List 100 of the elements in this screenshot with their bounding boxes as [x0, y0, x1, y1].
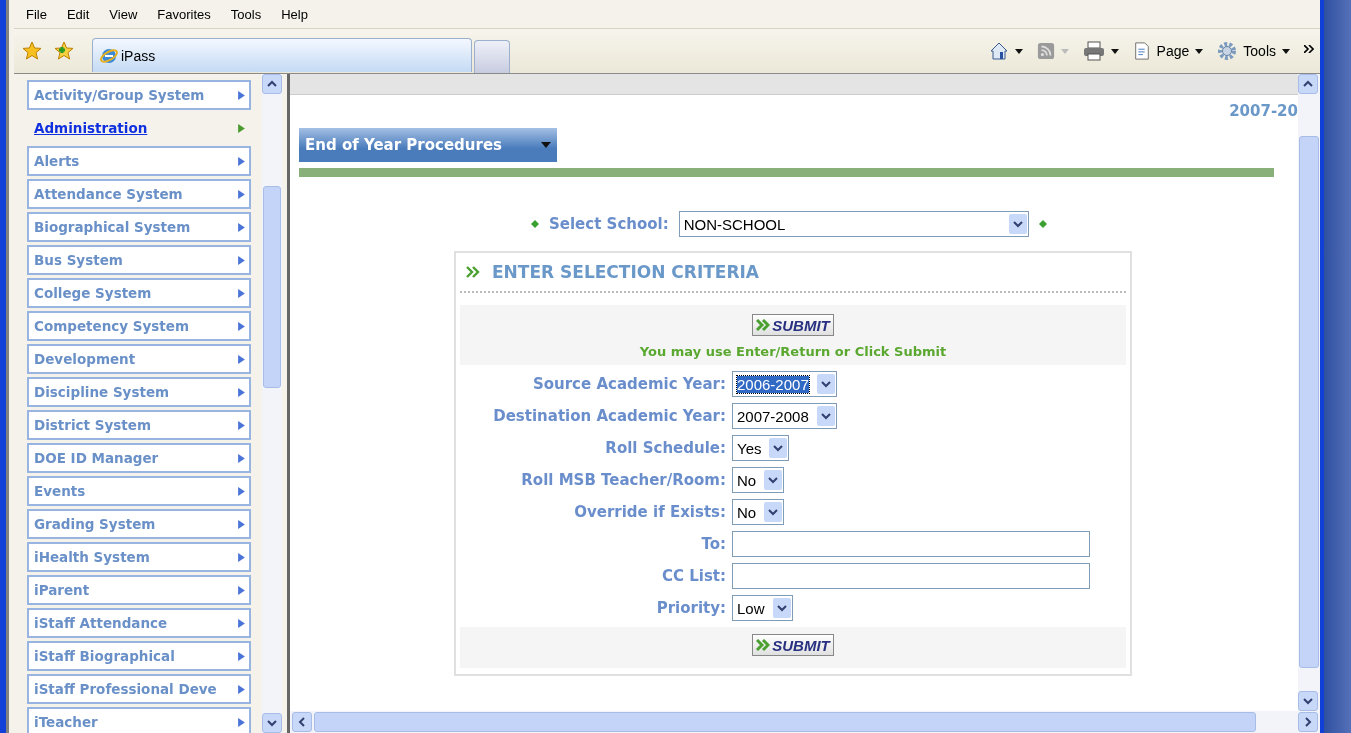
scroll-left-button[interactable]: [292, 712, 312, 732]
caret-icon: [1110, 48, 1119, 54]
sidebar-item[interactable]: Grading System: [27, 509, 251, 539]
scroll-up-button[interactable]: [1298, 74, 1318, 94]
dropdown-icon: [816, 406, 835, 426]
menu-item[interactable]: View: [109, 6, 138, 22]
required-icon: [1038, 220, 1047, 228]
sidebar-item[interactable]: iTeacher: [27, 707, 251, 733]
menu-item[interactable]: File: [26, 6, 47, 22]
sidebar-item[interactable]: District System: [27, 410, 251, 440]
command-button[interactable]: Page: [1132, 41, 1204, 61]
sidebar-item[interactable]: iStaff Professional Deve: [27, 674, 251, 704]
chevron-icon: [756, 319, 771, 331]
field-label: Override if Exists:: [573, 503, 726, 521]
chevron-icon: [466, 266, 480, 278]
arrow-icon: [238, 618, 245, 628]
arrow-icon: [238, 519, 245, 529]
arrow-icon: [238, 486, 245, 496]
arrow-icon: [238, 123, 245, 133]
scroll-thumb[interactable]: [263, 186, 281, 388]
sidebar-item[interactable]: Competency System: [27, 311, 251, 341]
arrow-icon: [238, 90, 245, 100]
sidebar-item[interactable]: iStaff Biographical: [27, 641, 251, 671]
command-button[interactable]: [1082, 41, 1119, 61]
sidebar-item[interactable]: Alerts: [27, 146, 251, 176]
sidebar-item[interactable]: iParent: [27, 575, 251, 605]
field-label: Roll MSB Teacher/Room:: [520, 471, 726, 489]
sidebar-item[interactable]: Events: [27, 476, 251, 506]
menu-item[interactable]: Favorites: [157, 6, 211, 22]
scrollbar[interactable]: [262, 74, 282, 733]
star-icon[interactable]: [22, 41, 42, 61]
sidebar-item[interactable]: Administration: [27, 113, 251, 143]
dropdown-icon: [816, 374, 835, 394]
arrow-icon: [238, 552, 245, 562]
hint-text: You may use Enter/Return or Click Submit: [639, 344, 947, 359]
arrow-icon: [238, 453, 245, 463]
scroll-thumb[interactable]: [1299, 136, 1319, 668]
field-label: To:: [700, 535, 726, 553]
scroll-thumb[interactable]: [314, 712, 1256, 732]
sidebar-item[interactable]: Biographical System: [27, 212, 251, 242]
submit-button[interactable]: SUBMIT: [752, 314, 834, 336]
dropdown-icon: [772, 598, 791, 618]
select-field[interactable]: No: [732, 467, 785, 493]
sidebar-item[interactable]: Development: [27, 344, 251, 374]
arrow-icon: [238, 222, 245, 232]
menu-item[interactable]: Tools: [230, 6, 262, 22]
chevron-icon: [756, 639, 771, 651]
sidebar-item[interactable]: Discipline System: [27, 377, 251, 407]
arrow-icon: [238, 354, 245, 364]
scroll-down-button[interactable]: [1298, 691, 1318, 711]
scroll-up-button[interactable]: [262, 74, 282, 94]
sidebar-item[interactable]: DOE ID Manager: [27, 443, 251, 473]
menu-item[interactable]: Help: [281, 6, 308, 22]
scroll-right-button[interactable]: [1298, 712, 1318, 732]
input-field[interactable]: [732, 563, 1090, 589]
caret-icon: [1195, 48, 1204, 54]
select-field[interactable]: Low: [732, 595, 793, 621]
caret-icon: [1060, 48, 1069, 54]
dropdown-icon: [764, 502, 783, 522]
submit-button[interactable]: SUBMIT: [752, 634, 834, 656]
arrow-icon: [238, 684, 245, 694]
more-icon[interactable]: [1304, 45, 1314, 53]
select-field[interactable]: No: [732, 499, 785, 525]
sidebar-item[interactable]: Activity/Group System: [27, 80, 251, 110]
sidebar-item[interactable]: Bus System: [27, 245, 251, 275]
browser-tab[interactable]: iPass: [92, 38, 472, 72]
required-icon: [531, 220, 539, 228]
panel-title: ENTER SELECTION CRITERIA: [492, 262, 760, 282]
menu-item[interactable]: Edit: [66, 6, 90, 22]
caret-icon: [1282, 48, 1290, 54]
dropdown-icon: [769, 438, 788, 458]
procedure-menu[interactable]: End of Year Procedures: [299, 128, 557, 162]
arrow-icon: [238, 651, 245, 661]
arrow-icon: [238, 717, 245, 727]
year-label: 2007-20: [1229, 102, 1298, 120]
scroll-down-button[interactable]: [262, 713, 282, 733]
scrollbar[interactable]: [1298, 74, 1320, 711]
new-tab-button[interactable]: [474, 39, 510, 73]
school-select[interactable]: NON-SCHOOL: [678, 211, 1029, 237]
home-icon: [988, 41, 1009, 61]
select-field[interactable]: 2007-2008: [732, 403, 837, 429]
input-field[interactable]: [732, 531, 1090, 557]
sidebar-item[interactable]: College System: [27, 278, 251, 308]
field-label: Priority:: [655, 599, 726, 617]
arrow-icon: [238, 585, 245, 595]
arrow-icon: [238, 387, 245, 397]
scrollbar[interactable]: [290, 711, 1320, 733]
command-button[interactable]: [988, 41, 1023, 61]
dropdown-icon: [1008, 214, 1027, 234]
field-label: Roll Schedule:: [604, 439, 726, 457]
sidebar-item[interactable]: iHealth System: [27, 542, 251, 572]
add-favorite-icon[interactable]: [54, 41, 74, 61]
sidebar-item[interactable]: Attendance System: [27, 179, 251, 209]
arrow-icon: [238, 255, 245, 265]
arrow-icon: [238, 156, 245, 166]
select-field[interactable]: 2006-2007: [732, 371, 837, 397]
select-field[interactable]: Yes: [732, 435, 790, 461]
caret-icon: [541, 142, 551, 148]
sidebar-item[interactable]: iStaff Attendance: [27, 608, 251, 638]
command-button[interactable]: Tools: [1217, 41, 1290, 61]
